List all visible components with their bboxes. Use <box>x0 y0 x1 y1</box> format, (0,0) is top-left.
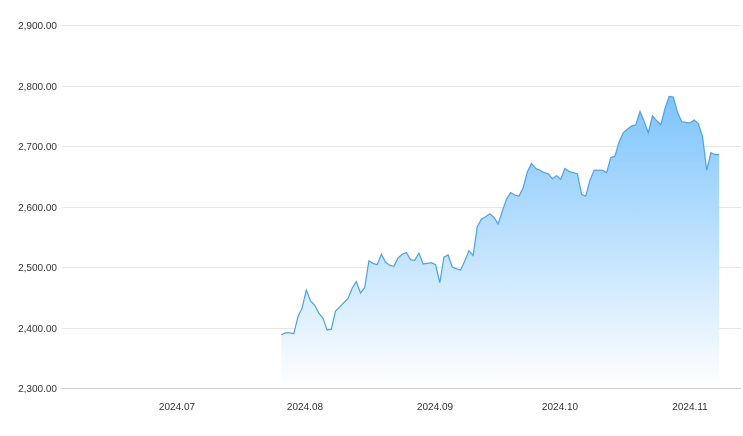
y-tick-label: 2,400.00 <box>18 324 57 335</box>
x-tick-label: 2024.11 <box>672 402 708 413</box>
y-axis: 2,300.00 2,400.00 2,500.00 2,600.00 2,700.00… <box>18 21 57 395</box>
area-chart: 2,300.00 2,400.00 2,500.00 2,600.00 2,700.00… <box>18 21 741 413</box>
series-area-fill <box>281 96 720 389</box>
x-tick-label: 2024.07 <box>159 402 196 413</box>
y-tick-label: 2,600.00 <box>18 203 57 214</box>
x-tick-label: 2024.09 <box>417 402 454 413</box>
y-tick-label: 2,800.00 <box>18 82 57 93</box>
y-tick-label: 2,900.00 <box>18 21 57 32</box>
x-axis: 2024.07 2024.08 2024.09 2024.10 2024.11 <box>159 402 708 413</box>
y-tick-label: 2,500.00 <box>18 263 57 274</box>
x-tick-label: 2024.08 <box>287 402 324 413</box>
y-tick-label: 2,300.00 <box>18 384 57 395</box>
x-tick-label: 2024.10 <box>542 402 579 413</box>
series-price <box>281 95 720 389</box>
y-tick-label: 2,700.00 <box>18 142 57 153</box>
